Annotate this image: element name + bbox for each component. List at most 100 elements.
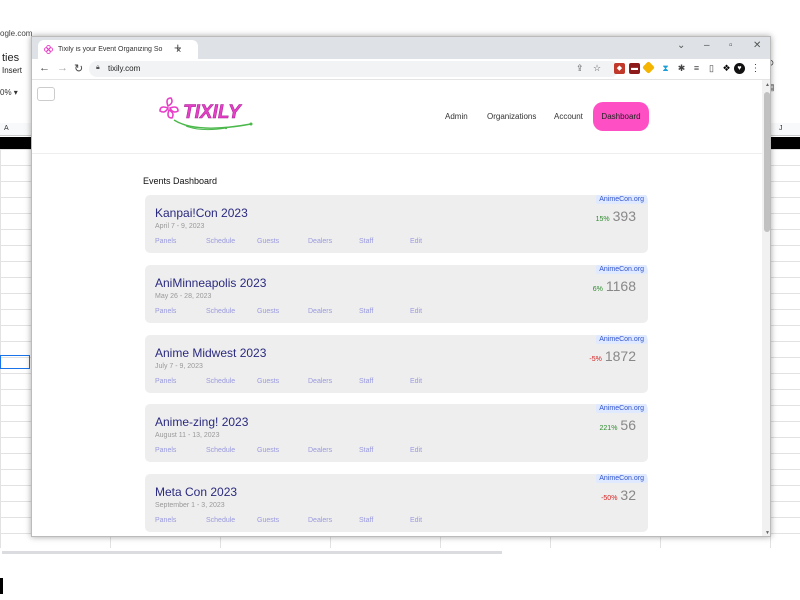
event-link-dealers[interactable]: Dealers bbox=[308, 308, 359, 315]
attendance-count: 1872 bbox=[604, 348, 636, 364]
chevron-down-icon: ▾ bbox=[13, 88, 18, 97]
event-link-schedule[interactable]: Schedule bbox=[206, 378, 257, 385]
event-link-edit[interactable]: Edit bbox=[410, 447, 461, 454]
event-link-dealers[interactable]: Dealers bbox=[308, 517, 359, 524]
address-bar[interactable]: 🔒︎ tixily.com ⇪ ☆ bbox=[89, 61, 619, 77]
event-link-edit[interactable]: Edit bbox=[410, 238, 461, 245]
source-badge[interactable]: AnimeCon.org bbox=[596, 474, 647, 483]
extension-yellow-icon[interactable] bbox=[642, 61, 655, 74]
profile-avatar-icon[interactable]: ♥ bbox=[734, 63, 745, 74]
scrollbar-thumb[interactable] bbox=[764, 92, 770, 232]
event-title[interactable]: AniMinneapolis 2023 bbox=[155, 276, 266, 290]
source-badge[interactable]: AnimeCon.org bbox=[596, 195, 647, 204]
event-link-guests[interactable]: Guests bbox=[257, 308, 308, 315]
page-vertical-scrollbar[interactable]: ▲ ▼ bbox=[762, 80, 770, 536]
event-links: Panels Schedule Guests Dealers Staff Edit bbox=[155, 238, 461, 245]
tixily-logo[interactable]: TIXILY bbox=[156, 94, 256, 136]
attendance-stat: -5% 1872 bbox=[589, 348, 636, 364]
background-selected-cell[interactable] bbox=[0, 355, 30, 369]
background-zoom[interactable]: 0% ▾ bbox=[0, 88, 18, 97]
attendance-change: 15% bbox=[595, 216, 610, 223]
extension-hourglass-icon[interactable]: ⧗ bbox=[660, 63, 671, 74]
event-link-staff[interactable]: Staff bbox=[359, 378, 410, 385]
event-link-panels[interactable]: Panels bbox=[155, 378, 206, 385]
event-date: August 11 - 13, 2023 bbox=[155, 432, 220, 439]
event-link-panels[interactable]: Panels bbox=[155, 238, 206, 245]
event-link-staff[interactable]: Staff bbox=[359, 517, 410, 524]
close-window-icon[interactable]: ✕ bbox=[753, 40, 761, 51]
star-icon[interactable]: ☆ bbox=[593, 63, 601, 74]
event-date: April 7 - 9, 2023 bbox=[155, 223, 205, 230]
nav-organizations[interactable]: Organizations bbox=[487, 112, 536, 121]
event-title[interactable]: Meta Con 2023 bbox=[155, 485, 237, 499]
browser-window: Tixily is your Event Organizing So × + ⌄… bbox=[31, 36, 771, 537]
more-menu-icon[interactable]: ⋮ bbox=[750, 63, 761, 74]
background-horizontal-scrollbar[interactable] bbox=[2, 551, 502, 554]
attendance-change: -5% bbox=[589, 356, 602, 363]
event-title[interactable]: Anime Midwest 2023 bbox=[155, 346, 266, 360]
event-date: September 1 - 3, 2023 bbox=[155, 502, 225, 509]
attendance-stat: -50% 32 bbox=[601, 487, 636, 503]
event-link-guests[interactable]: Guests bbox=[257, 517, 308, 524]
share-icon[interactable]: ⇪ bbox=[576, 63, 584, 74]
restore-icon[interactable]: ▫ bbox=[729, 40, 733, 51]
event-link-panels[interactable]: Panels bbox=[155, 308, 206, 315]
source-badge[interactable]: AnimeCon.org bbox=[596, 404, 647, 413]
event-link-guests[interactable]: Guests bbox=[257, 447, 308, 454]
nav-admin[interactable]: Admin bbox=[445, 112, 468, 121]
attendance-change: -50% bbox=[601, 495, 618, 502]
event-link-panels[interactable]: Panels bbox=[155, 517, 206, 524]
side-panel-icon[interactable]: ▯ bbox=[706, 63, 717, 74]
event-link-panels[interactable]: Panels bbox=[155, 447, 206, 454]
nav-account[interactable]: Account bbox=[554, 112, 583, 121]
event-links: Panels Schedule Guests Dealers Staff Edit bbox=[155, 308, 461, 315]
event-link-edit[interactable]: Edit bbox=[410, 517, 461, 524]
new-tab-button[interactable]: + bbox=[174, 40, 182, 55]
chevron-down-icon[interactable]: ⌄ bbox=[677, 40, 685, 51]
address-bar-url[interactable]: tixily.com bbox=[108, 64, 140, 73]
background-insert-menu[interactable]: Insert bbox=[2, 66, 22, 75]
event-link-guests[interactable]: Guests bbox=[257, 378, 308, 385]
event-card: Anime-zing! 2023 August 11 - 13, 2023 Pane… bbox=[145, 404, 648, 462]
attendance-stat: 15% 393 bbox=[596, 208, 636, 224]
event-link-dealers[interactable]: Dealers bbox=[308, 378, 359, 385]
scroll-down-icon[interactable]: ▼ bbox=[765, 530, 770, 536]
back-arrow-icon[interactable]: ← bbox=[39, 62, 50, 74]
event-link-guests[interactable]: Guests bbox=[257, 238, 308, 245]
event-link-schedule[interactable]: Schedule bbox=[206, 517, 257, 524]
source-badge[interactable]: AnimeCon.org bbox=[596, 265, 647, 274]
extension-red-icon[interactable]: ◆ bbox=[614, 63, 625, 74]
zoom-value: 0% bbox=[0, 88, 12, 97]
scroll-up-icon[interactable]: ▲ bbox=[765, 82, 770, 88]
event-link-schedule[interactable]: Schedule bbox=[206, 238, 257, 245]
extensions-puzzle-icon[interactable]: ✱ bbox=[676, 63, 687, 74]
event-link-dealers[interactable]: Dealers bbox=[308, 238, 359, 245]
tixily-favicon-icon bbox=[44, 45, 53, 54]
event-link-edit[interactable]: Edit bbox=[410, 378, 461, 385]
attendance-count: 56 bbox=[620, 417, 636, 433]
minimize-icon[interactable]: – bbox=[704, 40, 710, 51]
event-link-staff[interactable]: Staff bbox=[359, 308, 410, 315]
event-link-staff[interactable]: Staff bbox=[359, 447, 410, 454]
event-link-dealers[interactable]: Dealers bbox=[308, 447, 359, 454]
reading-list-icon[interactable]: ≡ bbox=[691, 63, 702, 74]
forward-arrow-icon[interactable]: → bbox=[57, 62, 68, 74]
source-badge[interactable]: AnimeCon.org bbox=[596, 335, 647, 344]
extension-dark-red-icon[interactable]: ▬ bbox=[629, 63, 640, 74]
dashboard-button[interactable]: Dashboard bbox=[593, 102, 649, 131]
event-link-staff[interactable]: Staff bbox=[359, 238, 410, 245]
attendance-change: 221% bbox=[599, 425, 618, 432]
background-top bbox=[0, 0, 800, 36]
event-title[interactable]: Kanpai!Con 2023 bbox=[155, 206, 248, 220]
page-title: Events Dashboard bbox=[143, 176, 218, 186]
event-link-edit[interactable]: Edit bbox=[410, 308, 461, 315]
background-edge-mark bbox=[0, 578, 3, 594]
event-link-schedule[interactable]: Schedule bbox=[206, 308, 257, 315]
event-date: July 7 - 9, 2023 bbox=[155, 363, 203, 370]
lock-icon[interactable]: 🔒︎ bbox=[96, 64, 100, 72]
event-link-schedule[interactable]: Schedule bbox=[206, 447, 257, 454]
reload-icon[interactable]: ↻ bbox=[74, 62, 83, 75]
background-bottom bbox=[0, 548, 800, 600]
event-title[interactable]: Anime-zing! 2023 bbox=[155, 415, 248, 429]
shield-icon[interactable]: ❖ bbox=[721, 63, 732, 74]
